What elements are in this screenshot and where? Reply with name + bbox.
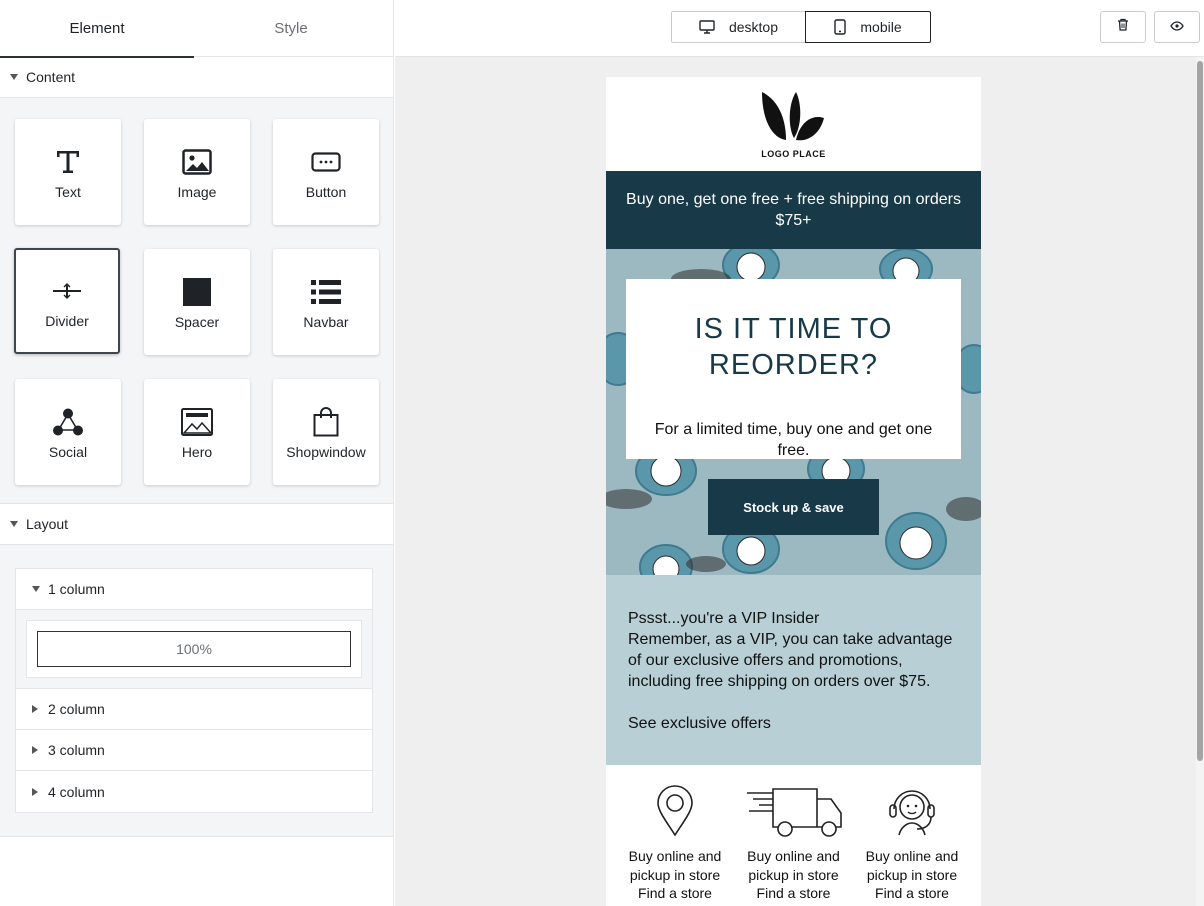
column-layout-accordion: 1 column 100% 2 column 3 column 4 column (15, 568, 373, 813)
social-icon (53, 407, 83, 437)
shopwindow-icon (313, 407, 339, 437)
promo-banner[interactable]: Buy one, get one free + free shipping on… (606, 171, 981, 249)
tab-style[interactable]: Style (194, 0, 388, 57)
exclusive-offers-link[interactable]: See exclusive offers (628, 713, 959, 734)
chevron-down-icon (32, 586, 40, 592)
navbar-icon (311, 277, 341, 307)
block-social[interactable]: Social (15, 379, 121, 485)
layout-3-column[interactable]: 3 column (16, 730, 372, 771)
delete-button[interactable] (1100, 11, 1146, 43)
trash-icon (1117, 18, 1129, 36)
block-divider[interactable]: Divider (14, 248, 120, 354)
feature-link[interactable]: Find a store (875, 884, 949, 903)
content-section-header[interactable]: Content (0, 57, 393, 98)
block-hero[interactable]: Hero (144, 379, 250, 485)
delivery-truck-icon (745, 785, 843, 837)
block-label: Text (55, 184, 81, 200)
layout-2-column[interactable]: 2 column (16, 689, 372, 730)
chevron-down-icon (10, 521, 18, 527)
chevron-right-icon (32, 746, 38, 754)
features-section[interactable]: Buy online and pickup in store Find a st… (606, 765, 981, 906)
spacer-icon (183, 277, 211, 307)
block-label: Divider (45, 313, 89, 329)
block-label: Spacer (174, 314, 220, 330)
block-button[interactable]: Button (273, 119, 379, 225)
block-label: Button (305, 184, 347, 200)
hero-title: IS IT TIME TO REORDER? (694, 313, 893, 381)
block-image[interactable]: Image (144, 119, 250, 225)
feature-text: Buy online and pickup in store (628, 848, 722, 883)
logo-section[interactable]: LOGO PLACE (606, 77, 981, 171)
layout-1-column-body: 100% (16, 610, 372, 689)
vip-section[interactable]: Pssst...you're a VIP Insider Remember, a… (606, 575, 981, 765)
editor-sidebar: Element Style Content Text Image Button (0, 0, 394, 906)
vip-heading: Pssst...you're a VIP Insider (628, 610, 820, 627)
logo-icon (760, 90, 828, 147)
hero-section[interactable]: IS IT TIME TO REORDER? For a limited tim… (606, 249, 981, 575)
block-text[interactable]: Text (15, 119, 121, 225)
sidebar-tabs: Element Style (0, 0, 393, 58)
layout-section-header[interactable]: Layout (0, 504, 393, 545)
scrollbar-thumb[interactable] (1197, 61, 1203, 761)
layout-4-column[interactable]: 4 column (16, 771, 372, 812)
layout-row-label: 4 column (48, 783, 105, 800)
divider-icon (52, 276, 82, 306)
feature-link[interactable]: Find a store (757, 884, 831, 903)
layout-row-label: 2 column (48, 701, 105, 717)
button-icon (311, 147, 341, 177)
desktop-view-button[interactable]: desktop (671, 11, 806, 43)
feature-pickup[interactable]: Buy online and pickup in store Find a st… (616, 785, 734, 906)
email-canvas[interactable]: LOGO PLACE Buy one, get one free + free … (395, 57, 1204, 906)
block-label: Hero (181, 444, 213, 460)
hero-subtitle: For a limited time, buy one and get one … (654, 421, 933, 459)
block-navbar[interactable]: Navbar (273, 249, 379, 355)
hero-card[interactable]: IS IT TIME TO REORDER? For a limited tim… (626, 279, 961, 459)
chevron-right-icon (32, 705, 38, 713)
block-label: Image (177, 184, 217, 200)
email-preview[interactable]: LOGO PLACE Buy one, get one free + free … (606, 77, 981, 906)
desktop-view-label: desktop (728, 19, 779, 35)
tab-element[interactable]: Element (0, 0, 194, 58)
block-shopwindow[interactable]: Shopwindow (273, 379, 379, 485)
mobile-phone-icon (834, 19, 847, 35)
map-pin-icon (656, 785, 694, 837)
feature-text: Buy online and pickup in store (865, 848, 959, 883)
stock-up-button[interactable]: Stock up & save (708, 479, 879, 535)
block-label: Social (48, 444, 88, 460)
feature-support[interactable]: Buy online and pickup in store Find a st… (853, 785, 971, 906)
chevron-right-icon (32, 787, 38, 796)
desktop-monitor-icon (699, 20, 715, 34)
layout-row-label: 1 column (48, 581, 105, 597)
feature-link[interactable]: Find a store (638, 884, 712, 903)
text-icon (55, 147, 81, 177)
layout-section-title: Layout (26, 516, 69, 532)
preview-button[interactable] (1154, 11, 1200, 43)
logo-text: LOGO PLACE (761, 148, 826, 159)
vip-body: Remember, as a VIP, you can take advanta… (628, 631, 953, 690)
content-blocks-panel: Text Image Button Divider Spacer Navbar … (0, 98, 393, 504)
column-preview: 100% (26, 620, 362, 678)
mobile-view-button[interactable]: mobile (805, 11, 931, 43)
block-spacer[interactable]: Spacer (144, 249, 250, 355)
chevron-down-icon (10, 74, 18, 80)
feature-delivery[interactable]: Buy online and pickup in store Find a st… (735, 785, 853, 906)
layout-row-label: 3 column (48, 742, 105, 758)
eye-icon (1170, 18, 1184, 36)
block-label: Shopwindow (286, 444, 366, 460)
layout-1-column[interactable]: 1 column (16, 569, 372, 610)
canvas-scrollbar[interactable] (1196, 57, 1204, 906)
feature-text: Buy online and pickup in store (747, 848, 840, 883)
editor-toolbar: desktop mobile (395, 0, 1204, 57)
mobile-view-label: mobile (860, 19, 902, 35)
layout-panel: 1 column 100% 2 column 3 column 4 column (0, 545, 393, 837)
block-label: Navbar (303, 314, 349, 330)
column-cell-100[interactable]: 100% (37, 631, 351, 667)
support-agent-icon (885, 785, 939, 837)
hero-icon (181, 407, 213, 437)
image-icon (182, 147, 212, 177)
content-section-title: Content (26, 69, 76, 85)
